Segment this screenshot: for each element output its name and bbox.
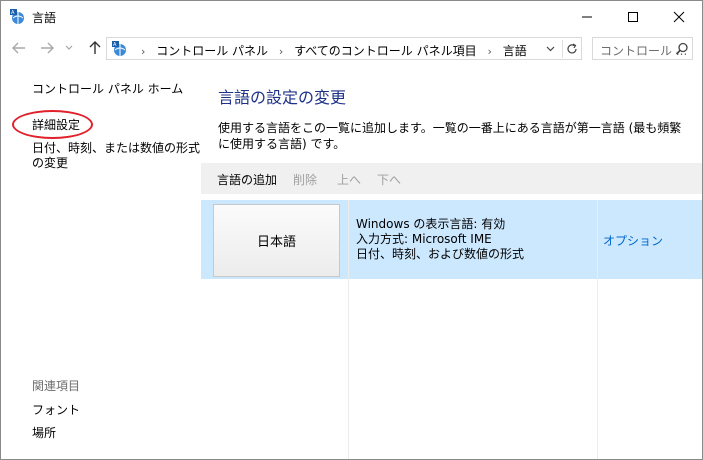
add-language-button[interactable]: 言語の追加 bbox=[217, 171, 277, 188]
page-title: 言語の設定の変更 bbox=[218, 88, 347, 107]
change-format-link[interactable]: 日付、時刻、または数値の形式の変更 bbox=[32, 141, 202, 171]
refresh-button[interactable] bbox=[562, 40, 580, 58]
svg-text:A: A bbox=[11, 10, 15, 16]
page-description: 使用する言語をこの一覧に追加します。一覧の一番上にある言語が第一言語 (最も頻繁… bbox=[218, 121, 682, 151]
search-icon[interactable] bbox=[675, 42, 689, 56]
related-items-heading: 関連項目 bbox=[32, 379, 81, 393]
language-toolbar: 言語の追加 削除 上へ 下へ bbox=[201, 163, 702, 194]
breadcrumb: › コントロール パネル › すべてのコントロール パネル項目 › 言語 bbox=[134, 42, 527, 59]
language-location-icon: A bbox=[111, 40, 129, 58]
minimize-icon bbox=[582, 16, 592, 17]
input-method: 入力方式: Microsoft IME bbox=[356, 232, 492, 246]
minimize-button[interactable] bbox=[564, 1, 610, 32]
arrow-left-icon bbox=[12, 42, 25, 54]
language-details: Windows の表示言語: 有効 入力方式: Microsoft IME 日付… bbox=[356, 217, 524, 262]
format-info: 日付、時刻、および数値の形式 bbox=[356, 247, 525, 261]
language-app-icon: A bbox=[9, 8, 27, 26]
maximize-button[interactable] bbox=[610, 1, 656, 32]
language-options-link[interactable]: オプション bbox=[603, 232, 663, 249]
chevron-down-icon bbox=[65, 45, 73, 50]
refresh-icon bbox=[566, 43, 577, 54]
maximize-icon bbox=[628, 11, 638, 22]
left-pane: コントロール パネル ホーム 詳細設定 日付、時刻、または数値の形式の変更 関連… bbox=[1, 64, 202, 459]
recent-locations-button[interactable] bbox=[63, 38, 75, 58]
breadcrumb-separator-icon[interactable]: › bbox=[279, 45, 283, 58]
close-icon bbox=[673, 11, 685, 22]
title-bar: A 言語 bbox=[1, 1, 702, 32]
display-language-status: Windows の表示言語: 有効 bbox=[356, 217, 506, 231]
arrow-up-icon bbox=[89, 41, 101, 54]
remove-language-button[interactable]: 削除 bbox=[293, 171, 317, 188]
breadcrumb-control-panel[interactable]: コントロール パネル bbox=[156, 44, 268, 58]
control-panel-home-link[interactable]: コントロール パネル ホーム bbox=[32, 82, 183, 97]
breadcrumb-separator-icon[interactable]: › bbox=[487, 45, 491, 58]
language-list: 日本語 Windows の表示言語: 有効 入力方式: Microsoft IM… bbox=[201, 200, 702, 459]
breadcrumb-separator-icon: › bbox=[141, 45, 146, 58]
address-history-button[interactable] bbox=[541, 40, 559, 58]
close-button[interactable] bbox=[656, 1, 702, 32]
chevron-down-icon bbox=[546, 46, 554, 52]
control-panel-window: A 言語 A › コントロール パネル › すべてのコントロール パネル項目 ›… bbox=[0, 0, 703, 460]
advanced-settings-link[interactable]: 詳細設定 bbox=[32, 118, 80, 133]
window-title: 言語 bbox=[32, 11, 57, 25]
language-name-button[interactable]: 日本語 bbox=[213, 204, 340, 277]
column-divider bbox=[348, 200, 349, 459]
move-up-button[interactable]: 上へ bbox=[337, 171, 361, 188]
address-bar[interactable]: A › コントロール パネル › すべてのコントロール パネル項目 › 言語 bbox=[106, 37, 582, 60]
location-link[interactable]: 場所 bbox=[32, 426, 56, 441]
forward-button[interactable] bbox=[37, 38, 57, 58]
navigation-bar: A › コントロール パネル › すべてのコントロール パネル項目 › 言語 コ… bbox=[1, 32, 702, 64]
move-down-button[interactable]: 下へ bbox=[377, 171, 401, 188]
fonts-link[interactable]: フォント bbox=[32, 403, 80, 418]
up-button[interactable] bbox=[85, 38, 105, 58]
search-box[interactable]: コントロール ... bbox=[592, 37, 693, 60]
svg-text:A: A bbox=[113, 42, 117, 48]
column-divider bbox=[597, 200, 598, 459]
arrow-right-icon bbox=[41, 42, 54, 54]
breadcrumb-language[interactable]: 言語 bbox=[503, 44, 527, 58]
breadcrumb-all-items[interactable]: すべてのコントロール パネル項目 bbox=[294, 44, 477, 58]
main-pane: 言語の設定の変更 使用する言語をこの一覧に追加します。一覧の一番上にある言語が第… bbox=[201, 64, 702, 459]
back-button[interactable] bbox=[9, 38, 29, 58]
